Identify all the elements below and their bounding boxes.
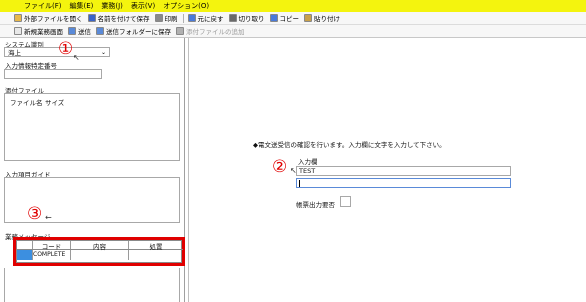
toolbar1-button-4[interactable]: 切り取り bbox=[228, 13, 265, 23]
toolbar-label: 貼り付け bbox=[314, 15, 340, 23]
toolbar2-button-2[interactable]: 送信フォルダーに保存 bbox=[96, 26, 171, 36]
toolbar2-button-0[interactable]: 新規業務画面 bbox=[14, 26, 63, 36]
toolbar-label: 添付ファイルの追加 bbox=[186, 28, 245, 36]
input-label: 入力欄 bbox=[298, 158, 318, 166]
toolbar-label: 名前を付けて保存 bbox=[97, 15, 150, 23]
menu-item-2[interactable]: 業務(J) bbox=[101, 1, 123, 11]
input-info-field[interactable] bbox=[4, 69, 102, 79]
toolbar-main: 外部ファイルを開く 名前を付けて保存 印刷 元に戻す 切り取り コピー 貼り付け bbox=[0, 12, 586, 25]
message-table[interactable]: コード 内容 処置 COMPLETE bbox=[16, 240, 183, 263]
menu-item-0[interactable]: ファイル(F) bbox=[24, 1, 62, 11]
folder-open-icon bbox=[14, 14, 22, 22]
toolbar-label: 送信 bbox=[78, 28, 91, 36]
toolbar-label: 外部ファイルを開く bbox=[24, 15, 83, 23]
toolbar2-button-3[interactable]: 添付ファイルの追加 bbox=[176, 26, 245, 36]
toolbar-label: 切り取り bbox=[238, 15, 265, 23]
report-output-checkbox[interactable] bbox=[340, 196, 351, 207]
paste-icon bbox=[304, 14, 312, 22]
attach-list[interactable]: ファイル名 サイズ bbox=[4, 93, 180, 161]
attach-icon bbox=[176, 27, 184, 35]
toolbar-label: 新規業務画面 bbox=[24, 28, 63, 36]
toolbar-secondary: 新規業務画面 送信 送信フォルダーに保存 添付ファイルの追加 bbox=[0, 25, 586, 38]
toolbar-label: 元に戻す bbox=[197, 15, 224, 23]
text-caret bbox=[299, 179, 300, 187]
copy-icon bbox=[269, 14, 278, 22]
input-field-1[interactable]: TEST bbox=[296, 166, 511, 176]
toolbar-label: コピー bbox=[279, 15, 300, 23]
toolbar1-button-6[interactable]: 貼り付け bbox=[304, 13, 340, 23]
toolbar1-button-0[interactable]: 外部ファイルを開く bbox=[14, 13, 83, 23]
toolbar1-button-3[interactable]: 元に戻す bbox=[187, 13, 224, 23]
toolbar1-button-5[interactable]: コピー bbox=[269, 13, 300, 23]
message-table-area bbox=[4, 268, 180, 302]
menu-item-1[interactable]: 編集(E) bbox=[70, 1, 94, 11]
annotation-marker-1: ① bbox=[58, 39, 74, 59]
toolbar1-button-1[interactable]: 名前を付けて保存 bbox=[87, 13, 150, 23]
cursor-icon: ← bbox=[45, 213, 52, 222]
menu-bar: ファイル(F) 編集(E) 業務(J) 表示(V) オプション(O) bbox=[0, 0, 586, 12]
attach-col-size: サイズ bbox=[45, 99, 65, 107]
menu-item-3[interactable]: 表示(V) bbox=[131, 1, 155, 11]
report-output-label: 帳票出力要否 bbox=[296, 201, 335, 209]
toolbar-label: 印刷 bbox=[164, 15, 178, 23]
new-screen-icon bbox=[14, 27, 22, 35]
menu-item-4[interactable]: オプション(O) bbox=[163, 1, 209, 11]
message-code-cell: COMPLETE bbox=[33, 251, 66, 258]
print-icon bbox=[154, 14, 163, 22]
save-to-folder-icon bbox=[96, 27, 104, 35]
instruction-text: ◆電文送受信の確認を行います。入力欄に文字を入力して下さい。 bbox=[253, 141, 446, 149]
toolbar-separator bbox=[182, 13, 184, 23]
toolbar2-button-1[interactable]: 送信 bbox=[68, 26, 91, 36]
cursor-icon: ↖ bbox=[73, 53, 80, 62]
toolbar-label: 送信フォルダーに保存 bbox=[106, 28, 171, 36]
chevron-down-icon: ⌄ bbox=[100, 48, 106, 56]
message-table-header: コード 内容 処置 bbox=[17, 241, 183, 251]
save-icon bbox=[87, 14, 96, 22]
send-icon bbox=[68, 27, 76, 35]
undo-icon bbox=[187, 14, 196, 22]
attach-col-filename: ファイル名 bbox=[10, 99, 43, 107]
toolbar1-button-2[interactable]: 印刷 bbox=[154, 13, 178, 23]
system-id-value: 海上 bbox=[8, 49, 21, 57]
table-row[interactable]: COMPLETE bbox=[17, 250, 183, 260]
annotation-marker-3: ③ bbox=[27, 204, 43, 224]
row-selector[interactable] bbox=[17, 250, 33, 260]
cut-icon bbox=[228, 14, 237, 22]
input-field-2[interactable] bbox=[296, 178, 511, 188]
annotation-marker-2: ② bbox=[272, 157, 288, 177]
system-id-select[interactable]: 海上 ⌄ bbox=[4, 47, 110, 57]
